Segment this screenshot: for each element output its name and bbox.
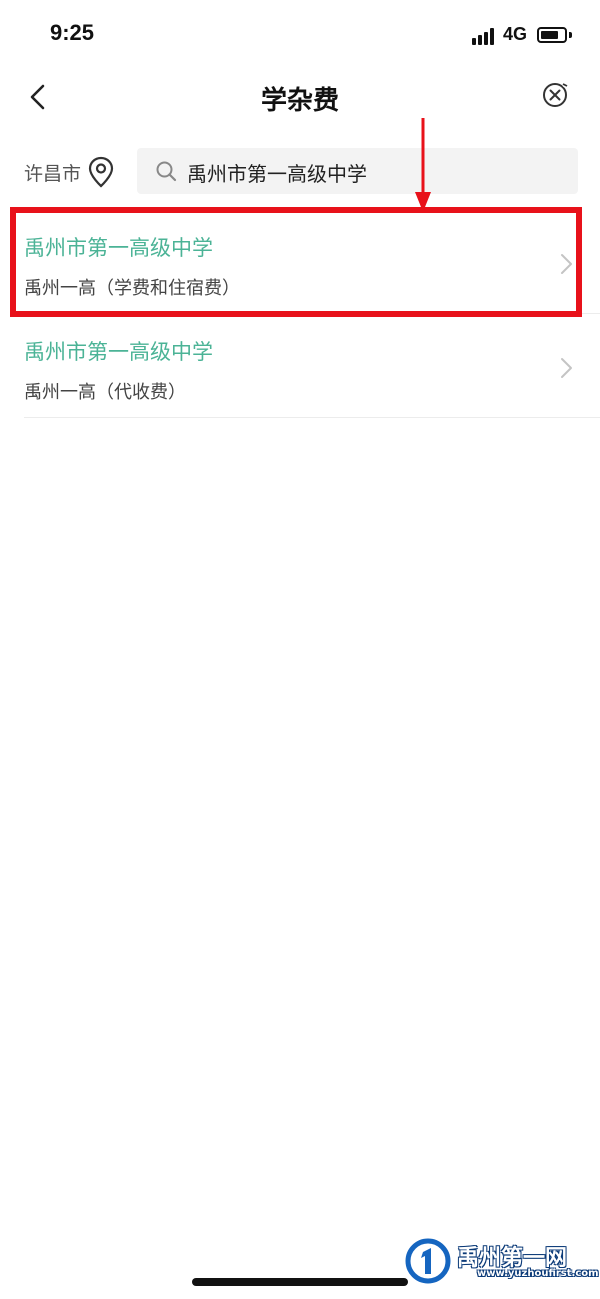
status-bar: 9:25 4G xyxy=(0,0,600,70)
page-title: 学杂费 xyxy=(260,86,339,116)
item-title: 禹州市第一高级中学 xyxy=(24,340,213,364)
close-circle-icon[interactable] xyxy=(540,80,570,110)
item-title: 禹州市第一高级中学 xyxy=(24,236,213,260)
city-label: 许昌市 xyxy=(24,162,82,185)
arrow-down-icon xyxy=(415,118,431,212)
site-logo-icon xyxy=(405,1238,451,1284)
result-list: 禹州市第一高级中学 禹州一高（学费和住宿费） 禹州市第一高级中学 禹州一高（代收… xyxy=(0,207,600,418)
list-item[interactable]: 禹州市第一高级中学 禹州一高（代收费） xyxy=(0,314,600,418)
divider xyxy=(24,417,600,418)
search-icon xyxy=(156,161,177,182)
status-time: 9:25 xyxy=(50,20,95,45)
battery-tip xyxy=(569,32,572,38)
chevron-right-icon xyxy=(561,254,572,274)
location-pin-icon xyxy=(88,156,114,188)
list-item[interactable]: 禹州市第一高级中学 禹州一高（学费和住宿费） xyxy=(0,207,600,317)
item-subtitle: 禹州一高（学费和住宿费） xyxy=(24,278,240,299)
signal-icon xyxy=(472,27,498,45)
search-input[interactable]: 禹州市第一高级中学 xyxy=(137,148,578,194)
network-type: 4G xyxy=(503,24,528,44)
city-selector[interactable]: 许昌市 xyxy=(24,152,115,192)
search-value: 禹州市第一高级中学 xyxy=(187,162,367,186)
highlight-box xyxy=(10,207,582,317)
chevron-right-icon xyxy=(561,358,572,378)
home-indicator[interactable] xyxy=(192,1278,408,1286)
item-subtitle: 禹州一高（代收费） xyxy=(24,382,186,403)
battery-icon xyxy=(537,27,567,43)
watermark: 禹州第一网 www.yuzhoufirst.com xyxy=(405,1238,599,1288)
watermark-url: www.yuzhoufirst.com xyxy=(477,1268,599,1279)
nav-bar: 学杂费 xyxy=(0,70,600,130)
